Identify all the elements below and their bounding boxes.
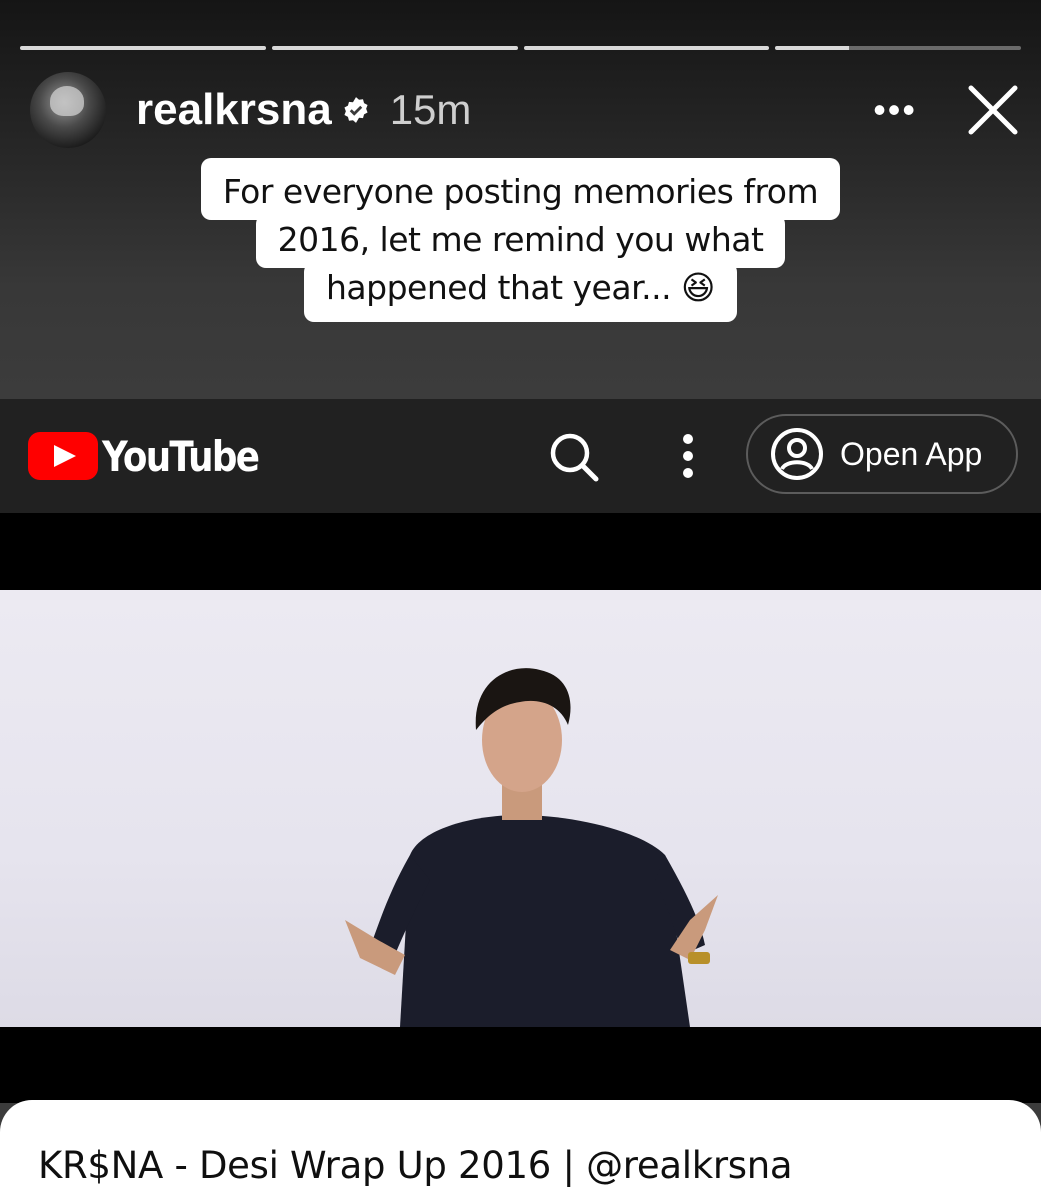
video-info-card[interactable]: KR$NA - Desi Wrap Up 2016 | @realkrsna [0,1100,1041,1200]
post-time: 15m [389,86,472,133]
open-app-label: Open App [840,435,983,472]
story-caption: For everyone posting memories from 2016,… [0,158,1041,322]
progress-segment [523,46,770,50]
vertical-dots-icon[interactable] [676,433,700,479]
avatar[interactable] [30,72,106,148]
youtube-logo[interactable]: YouTube [28,432,286,481]
youtube-wordmark: YouTube [102,431,260,481]
progress-segment [271,46,518,50]
username[interactable]: realkrsna [136,85,332,135]
youtube-play-icon [28,432,98,480]
video-title[interactable]: KR$NA - Desi Wrap Up 2016 | @realkrsna [38,1144,793,1187]
progress-segment [20,46,266,50]
story-header: realkrsna 15m ••• [30,72,1019,148]
video-thumbnail[interactable] [0,590,1041,1027]
performer-figure [345,668,718,1027]
story-viewer: realkrsna 15m ••• For everyone posting m… [0,0,1041,1200]
search-icon[interactable] [548,431,600,483]
youtube-top-bar: YouTube Open App [0,399,1041,513]
verified-badge-icon [342,96,370,124]
close-icon[interactable] [967,84,1019,136]
caption-line: happened that year... 😆 [304,262,737,322]
open-app-button[interactable]: Open App [746,414,1018,494]
account-circle-icon [770,427,824,481]
story-progress-bar [20,46,1021,50]
progress-segment-active [775,46,1021,50]
more-horizontal-icon[interactable]: ••• [873,89,917,131]
caption-line: For everyone posting memories from [200,158,841,220]
caption-line: 2016, let me remind you what [255,214,786,268]
